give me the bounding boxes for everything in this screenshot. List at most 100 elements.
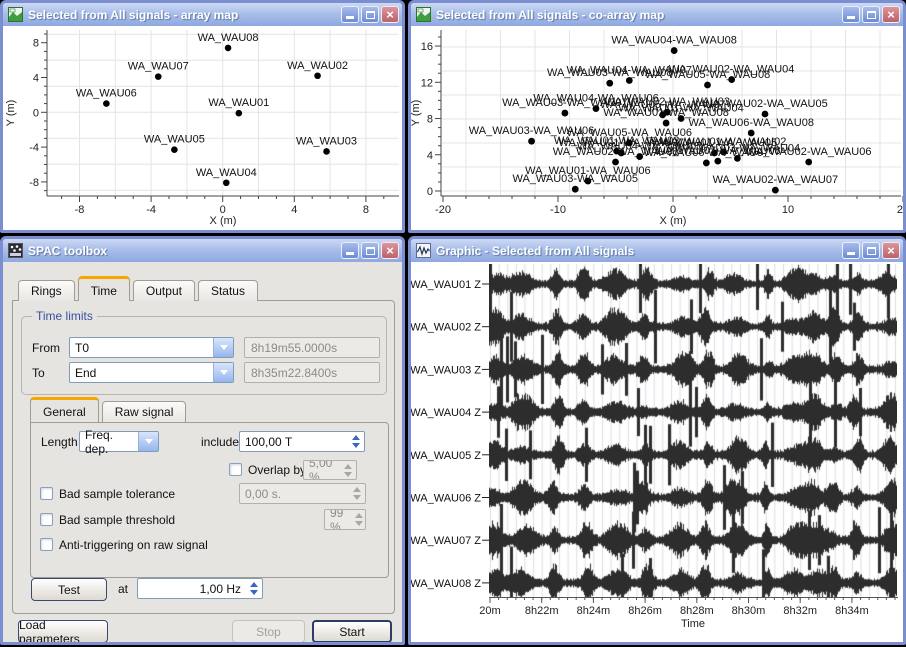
svg-text:Y (m): Y (m) xyxy=(5,100,17,127)
include-spinbox[interactable]: 100,00 T xyxy=(239,431,365,452)
chevron-down-icon xyxy=(220,345,228,350)
stop-button[interactable]: Stop xyxy=(232,620,305,642)
data-point xyxy=(703,160,710,167)
spin-arrows xyxy=(340,461,356,479)
titlebar[interactable]: Selected from All signals - co-array map… xyxy=(411,3,903,26)
close-button[interactable]: × xyxy=(381,6,399,23)
length-combo-dropdown[interactable] xyxy=(138,432,158,451)
maximize-icon xyxy=(867,247,876,255)
data-point-label: WA_WAU03-WA_WAU05 xyxy=(512,173,638,185)
load-parameters-button[interactable]: Load parameters xyxy=(18,620,108,642)
bad-sample-threshold-checkbox[interactable] xyxy=(40,513,53,526)
minimize-button[interactable] xyxy=(341,242,359,259)
svg-text:8: 8 xyxy=(33,38,39,50)
svg-text:-4: -4 xyxy=(29,142,39,154)
close-button[interactable]: × xyxy=(882,242,900,259)
start-button[interactable]: Start xyxy=(312,620,392,642)
close-button[interactable]: × xyxy=(381,242,399,259)
include-label: include xyxy=(201,435,239,449)
to-time-field: 8h35m22.8400s xyxy=(244,362,380,383)
anti-triggering-checkbox[interactable] xyxy=(40,538,53,551)
time-tab-page: Time limits From T0 8h19m55.0000s To End… xyxy=(12,300,395,614)
tab-output[interactable]: Output xyxy=(133,280,195,301)
trace-label: WA_WAU06 Z xyxy=(411,493,481,505)
data-point-label: WA_WAU02-WA_WAU07 xyxy=(713,174,839,186)
bad-sample-threshold-label: Bad sample threshold xyxy=(59,513,175,527)
tab-status[interactable]: Status xyxy=(198,280,258,301)
tab-general[interactable]: General xyxy=(30,397,99,422)
data-point xyxy=(704,82,711,89)
svg-text:4: 4 xyxy=(33,73,39,85)
minimize-icon xyxy=(346,252,354,255)
maximize-button[interactable] xyxy=(361,6,379,23)
data-point-label: WA_WAU07 xyxy=(128,61,189,73)
svg-text:0: 0 xyxy=(427,186,433,198)
titlebar[interactable]: Graphic - Selected from All signals × xyxy=(411,239,903,262)
to-combo[interactable]: End xyxy=(69,362,234,383)
bad-sample-tolerance-checkbox[interactable] xyxy=(40,487,53,500)
overlap-checkbox[interactable] xyxy=(229,463,242,476)
spac-subtabbar: GeneralRaw signal xyxy=(30,397,189,422)
array-map-plot-area[interactable]: -8-4048-8-4048X (m)Y (m)WA_WAU01WA_WAU02… xyxy=(3,26,402,230)
waveform-plot-area[interactable]: WA_WAU01 ZWA_WAU02 ZWA_WAU03 ZWA_WAU04 Z… xyxy=(411,262,903,642)
bad-sample-tolerance-spinbox: 0,00 s. xyxy=(239,483,366,504)
close-icon: × xyxy=(386,7,394,22)
minimize-icon xyxy=(346,16,354,19)
spin-up-icon xyxy=(353,487,361,492)
data-point xyxy=(323,148,330,155)
spin-down-icon xyxy=(250,590,258,595)
trace-label: WA_WAU01 Z xyxy=(411,279,481,291)
bad-sample-threshold-spinbox: 99 % xyxy=(324,509,366,530)
data-point xyxy=(606,80,613,87)
spin-down-icon xyxy=(344,472,352,477)
maximize-button[interactable] xyxy=(862,242,880,259)
tab-rings[interactable]: Rings xyxy=(18,280,75,301)
bad-sample-tolerance-value: 0,00 s. xyxy=(240,484,349,503)
spin-arrows[interactable] xyxy=(348,432,364,451)
data-point-label: WA_WAU05-WA_WAU07 xyxy=(600,99,726,111)
close-button[interactable]: × xyxy=(882,6,900,23)
time-tick-label: 8h32m xyxy=(783,605,817,617)
from-time-field: 8h19m55.0000s xyxy=(244,337,380,358)
data-point xyxy=(636,153,643,160)
from-label: From xyxy=(32,341,60,355)
waveform-axes: WA_WAU01 ZWA_WAU02 ZWA_WAU03 ZWA_WAU04 Z… xyxy=(411,262,903,642)
coarray-map-plot-area[interactable]: -20-10010200481216X (m)Y (m)WA_WAU01-WA_… xyxy=(411,26,903,230)
minimize-button[interactable] xyxy=(341,6,359,23)
data-point-label: WA_WAU05 xyxy=(144,134,205,146)
minimize-button[interactable] xyxy=(842,242,860,259)
spin-up-icon xyxy=(355,513,363,518)
tab-time[interactable]: Time xyxy=(78,276,130,301)
data-point xyxy=(314,72,321,79)
minimize-button[interactable] xyxy=(842,6,860,23)
data-point-label: WA_WAU02 xyxy=(287,60,348,72)
data-point xyxy=(714,158,721,165)
from-combo[interactable]: T0 xyxy=(69,337,234,358)
coarray-map-chart: -20-10010200481216X (m)Y (m)WA_WAU01-WA_… xyxy=(411,26,903,230)
time-axis-title: Time xyxy=(681,618,705,630)
titlebar[interactable]: SPAC toolbox × xyxy=(3,239,402,262)
spac-tabbar: RingsTimeOutputStatus xyxy=(18,276,261,301)
data-point-label: WA_WAU01 xyxy=(208,97,269,109)
svg-text:-20: -20 xyxy=(435,204,451,216)
svg-text:8: 8 xyxy=(427,114,433,126)
svg-text:10: 10 xyxy=(782,204,794,216)
tab-raw-signal[interactable]: Raw signal xyxy=(102,401,187,422)
to-combo-dropdown[interactable] xyxy=(213,363,233,382)
spin-arrows[interactable] xyxy=(246,579,262,598)
maximize-button[interactable] xyxy=(862,6,880,23)
overlap-value: 5,00 % xyxy=(304,461,340,479)
to-combo-value: End xyxy=(70,366,213,380)
svg-text:16: 16 xyxy=(421,41,433,53)
length-combo[interactable]: Freq. dep. xyxy=(79,431,159,452)
window-title: Selected from All signals - array map xyxy=(28,8,341,22)
close-icon: × xyxy=(386,243,394,258)
maximize-icon xyxy=(867,11,876,19)
test-button[interactable]: Test xyxy=(31,578,107,601)
window-graphic-signals: Graphic - Selected from All signals × WA… xyxy=(408,236,906,645)
time-limits-group: Time limits From T0 8h19m55.0000s To End… xyxy=(21,316,387,395)
titlebar[interactable]: Selected from All signals - array map × xyxy=(3,3,402,26)
maximize-button[interactable] xyxy=(361,242,379,259)
test-frequency-spinbox[interactable]: 1,00 Hz xyxy=(137,578,263,599)
from-combo-dropdown[interactable] xyxy=(213,338,233,357)
